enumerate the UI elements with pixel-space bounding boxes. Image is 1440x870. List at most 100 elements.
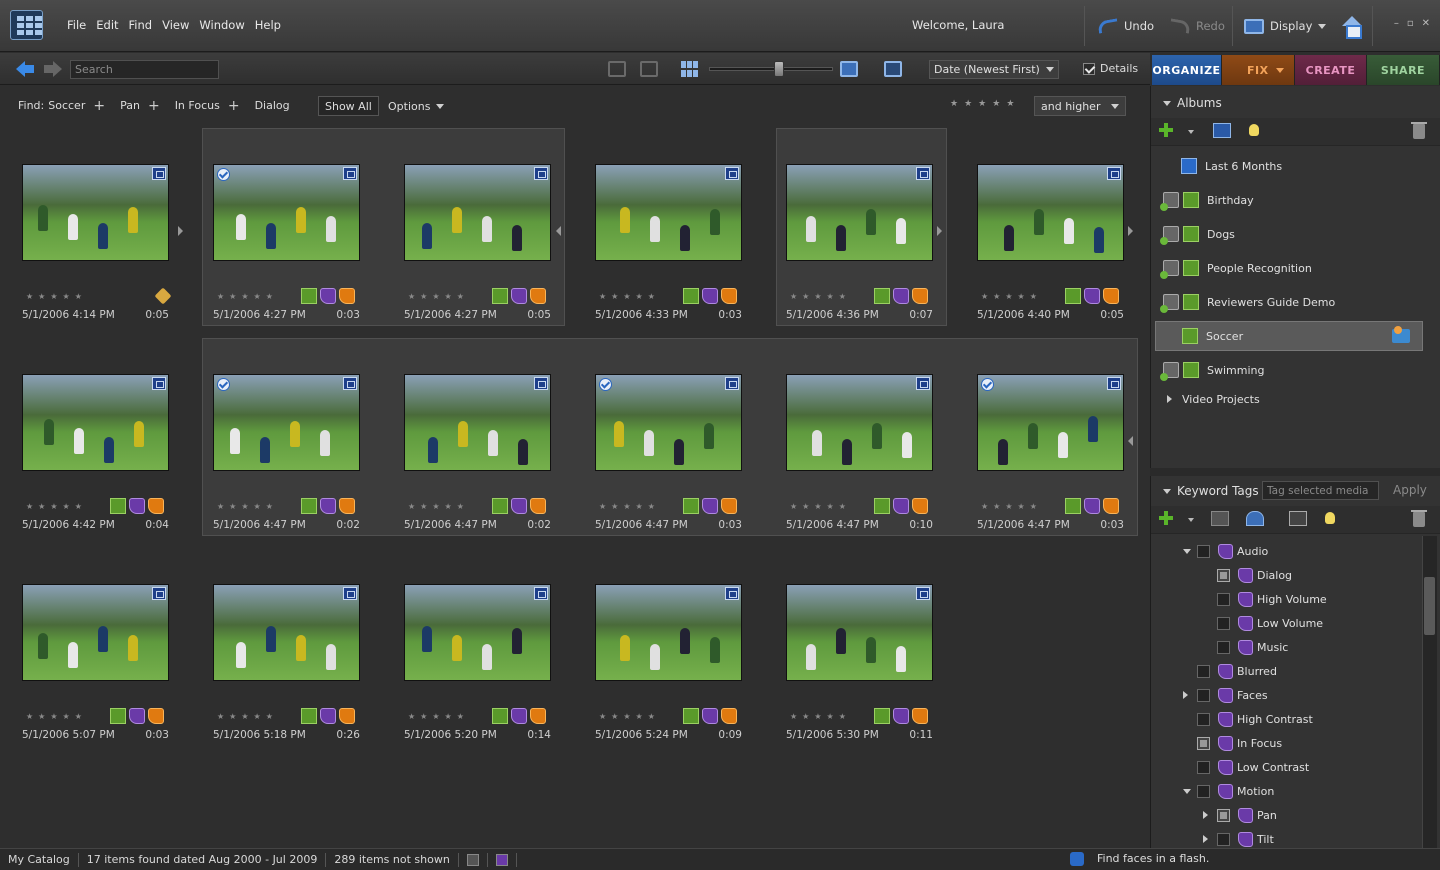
video-thumbnail[interactable] <box>977 164 1124 261</box>
tab-create[interactable]: CREATE <box>1295 55 1367 85</box>
star-icon[interactable]: ★ <box>950 99 958 109</box>
show-all-button[interactable]: Show All <box>318 96 379 116</box>
details-checkbox[interactable]: Details <box>1083 62 1138 75</box>
star-rating[interactable]: ★★★★★ <box>26 502 87 511</box>
keyword-checkbox[interactable] <box>1217 568 1230 582</box>
star-rating[interactable]: ★★★★★ <box>217 502 278 511</box>
tab-fix[interactable]: FIX <box>1222 55 1295 85</box>
video-thumbnail[interactable] <box>595 164 742 261</box>
keyword-checkbox[interactable] <box>1217 832 1230 846</box>
album-item[interactable]: Last 6 Months <box>1155 151 1423 181</box>
media-tile[interactable]: ★★★★★ 5/1/2006 5:20 PM 0:14 <box>394 548 566 744</box>
umbrella-icon[interactable] <box>1246 511 1264 526</box>
collapse-icon[interactable] <box>1183 788 1191 794</box>
find-term-soccer[interactable]: Soccer <box>48 99 85 112</box>
tag-status-icon[interactable] <box>495 853 508 866</box>
media-tile[interactable]: ★★★★★ 5/1/2006 4:40 PM 0:05 <box>967 128 1139 324</box>
video-thumbnail[interactable] <box>22 164 169 261</box>
keyword-checkbox[interactable] <box>1217 808 1230 822</box>
side-by-side-icon[interactable] <box>640 61 658 77</box>
star-icon[interactable]: ★ <box>1006 99 1014 109</box>
star-rating[interactable]: ★★★★★ <box>599 502 660 511</box>
album-item[interactable]: Video Projects <box>1155 384 1423 414</box>
menu-help[interactable]: Help <box>255 18 281 32</box>
keyword-item[interactable]: Dialog <box>1217 563 1292 587</box>
keyword-checkbox[interactable] <box>1197 784 1210 798</box>
display-button[interactable]: Display <box>1244 14 1327 38</box>
star-rating[interactable]: ★★★★★ <box>217 292 278 301</box>
keyword-checkbox[interactable] <box>1197 664 1210 678</box>
star-rating[interactable]: ★★★★★ <box>408 292 469 301</box>
star-rating[interactable]: ★★★★★ <box>981 292 1042 301</box>
media-count-icon[interactable] <box>466 853 479 866</box>
star-rating[interactable]: ★★★★★ <box>26 292 87 301</box>
media-tile[interactable]: ★★★★★ 5/1/2006 5:24 PM 0:09 <box>585 548 757 744</box>
menu-window[interactable]: Window <box>199 18 244 32</box>
sort-order-select[interactable]: Date (Newest First) <box>929 60 1059 79</box>
media-tile[interactable]: ★★★★★ 5/1/2006 5:30 PM 0:11 <box>776 548 948 744</box>
catalog-name[interactable]: My Catalog <box>0 852 79 867</box>
slider-handle[interactable] <box>774 61 784 77</box>
video-thumbnail[interactable] <box>404 164 551 261</box>
thumbnail-size-slider[interactable] <box>709 67 833 71</box>
keyword-item[interactable]: Blurred <box>1197 659 1277 683</box>
slideshow-icon[interactable] <box>884 61 902 77</box>
keyword-item[interactable]: High Volume <box>1217 587 1327 611</box>
media-tile[interactable]: ★★★★★ 5/1/2006 5:18 PM 0:26 <box>203 548 375 744</box>
video-thumbnail[interactable] <box>977 374 1124 471</box>
media-tile[interactable]: ★★★★★ 5/1/2006 4:36 PM 0:07 <box>776 128 948 324</box>
trash-icon[interactable] <box>1411 510 1427 527</box>
expand-icon[interactable] <box>1203 835 1208 843</box>
face-tag-icon[interactable] <box>1289 511 1307 526</box>
stack-expand-icon[interactable] <box>1128 436 1133 446</box>
close-icon[interactable]: ✕ <box>1422 18 1430 29</box>
minimize-icon[interactable]: – <box>1394 18 1399 29</box>
redo-button[interactable]: Redo <box>1169 14 1225 38</box>
keyword-item[interactable]: Audio <box>1183 539 1268 563</box>
home-button[interactable] <box>1341 14 1363 39</box>
keyword-item[interactable]: Pan <box>1203 803 1277 827</box>
media-tile[interactable]: ★★★★★ 5/1/2006 5:07 PM 0:03 <box>12 548 184 744</box>
menu-view[interactable]: View <box>162 18 189 32</box>
keyword-checkbox[interactable] <box>1217 592 1230 606</box>
stack-expand-icon[interactable] <box>1128 226 1133 236</box>
star-rating-filter[interactable]: ★ ★ ★ ★ ★ <box>950 99 1014 109</box>
video-thumbnail[interactable] <box>404 584 551 681</box>
video-thumbnail[interactable] <box>404 374 551 471</box>
star-icon[interactable]: ★ <box>978 99 986 109</box>
keyword-checkbox[interactable] <box>1197 544 1210 558</box>
star-icon[interactable]: ★ <box>992 99 1000 109</box>
selected-check-icon[interactable] <box>217 378 230 391</box>
plus-icon[interactable]: + <box>228 99 240 113</box>
star-rating[interactable]: ★★★★★ <box>26 712 87 721</box>
plus-icon[interactable]: + <box>93 99 105 113</box>
collapse-icon[interactable] <box>1183 548 1191 554</box>
keyword-checkbox[interactable] <box>1197 712 1210 726</box>
undo-button[interactable]: Undo <box>1097 14 1154 38</box>
selected-check-icon[interactable] <box>217 168 230 181</box>
lightbulb-icon[interactable] <box>1325 512 1335 524</box>
selected-check-icon[interactable] <box>599 378 612 391</box>
menu-find[interactable]: Find <box>129 18 153 32</box>
star-rating[interactable]: ★★★★★ <box>408 712 469 721</box>
chevron-down-icon[interactable] <box>1188 518 1194 522</box>
video-thumbnail[interactable] <box>213 584 360 681</box>
keyword-item[interactable]: Motion <box>1183 779 1274 803</box>
add-keyword-icon[interactable] <box>1159 511 1173 525</box>
video-thumbnail[interactable] <box>22 374 169 471</box>
star-rating[interactable]: ★★★★★ <box>599 712 660 721</box>
keyword-checkbox[interactable] <box>1197 736 1210 750</box>
chevron-down-icon[interactable] <box>1188 130 1194 134</box>
selected-check-icon[interactable] <box>981 378 994 391</box>
media-tile[interactable]: ★★★★★ 5/1/2006 4:47 PM 0:03 <box>585 338 757 534</box>
apply-button[interactable]: Apply <box>1393 483 1427 497</box>
album-item[interactable]: People Recognition <box>1155 253 1423 283</box>
menu-edit[interactable]: Edit <box>96 18 118 32</box>
thumbnail-view-icon[interactable] <box>681 61 699 77</box>
media-tile[interactable]: ★★★★★ 5/1/2006 4:27 PM 0:03 <box>203 128 375 324</box>
media-tile[interactable]: ★★★★★ 5/1/2006 4:14 PM 0:05 <box>12 128 184 324</box>
lightbulb-icon[interactable] <box>1249 124 1259 136</box>
media-tile[interactable]: ★★★★★ 5/1/2006 4:47 PM 0:02 <box>394 338 566 534</box>
keyword-item[interactable]: Low Volume <box>1217 611 1323 635</box>
album-item[interactable]: Birthday <box>1155 185 1423 215</box>
